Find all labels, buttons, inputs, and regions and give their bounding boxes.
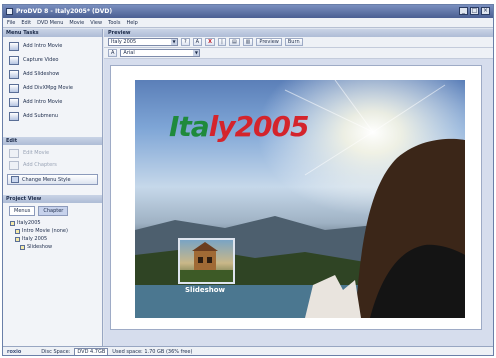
- edit-panel: Edit Movie Add Chapters Change Menu Styl…: [3, 145, 102, 195]
- add-chapters-button[interactable]: Add Chapters: [3, 159, 102, 171]
- preview-header: Preview: [104, 29, 493, 37]
- add-movie-button[interactable]: Add DivXMpg Movie: [3, 81, 102, 95]
- add-intro-movie-button-2[interactable]: Add Intro Movie: [3, 95, 102, 109]
- maximize-button[interactable]: □: [470, 7, 479, 15]
- grid-button[interactable]: ▥: [242, 38, 254, 46]
- preview-toolbar: Italy 2005 ▼ ? A X | ▤ ▥ Preview Burn: [104, 37, 493, 48]
- font-select[interactable]: Arial ▼: [120, 49, 201, 57]
- menu-title-year: 2005: [234, 110, 310, 143]
- change-menu-style-button[interactable]: Change Menu Style: [7, 174, 98, 185]
- disc-type-select[interactable]: DVD 4.7GB: [74, 348, 109, 355]
- menu-title-green: Ita: [169, 110, 210, 143]
- add-intro-movie-button[interactable]: Add Intro Movie: [3, 39, 102, 53]
- font-icon[interactable]: A: [108, 49, 118, 57]
- menu-title-red: ly: [208, 110, 236, 143]
- movie-icon: [9, 97, 19, 107]
- roxio-logo: roxio: [7, 349, 22, 355]
- menu-view[interactable]: View: [90, 20, 102, 26]
- style-icon: [11, 176, 19, 183]
- slideshow-icon: [9, 69, 19, 79]
- menu-select[interactable]: Italy 2005 ▼: [108, 38, 178, 46]
- capture-video-button[interactable]: Capture Video: [3, 53, 102, 67]
- movie-icon: [15, 228, 20, 234]
- burn-button[interactable]: Burn: [284, 38, 303, 46]
- project-tree: Italy2005 Intro Movie (none) Italy 2005 …: [3, 219, 102, 251]
- status-bar: roxio Disc Space: DVD 4.7GB Used space: …: [3, 346, 493, 355]
- delete-button[interactable]: X: [205, 38, 215, 46]
- menu-tools[interactable]: Tools: [108, 20, 120, 26]
- menu-movie[interactable]: Movie: [69, 20, 84, 26]
- movie-icon: [9, 41, 19, 51]
- menu-icon: [15, 236, 20, 242]
- menu-title: Italy2005: [169, 110, 309, 143]
- film-icon: [9, 83, 19, 93]
- disc-space-label: Disc Space:: [41, 349, 71, 355]
- menu-edit[interactable]: Edit: [21, 20, 31, 26]
- chevron-down-icon: ▼: [193, 50, 200, 56]
- menu-dvd-menu[interactable]: DVD Menu: [37, 20, 63, 26]
- disc-usage-text: Used space: 1.70 GB (36% free): [112, 349, 193, 355]
- help-button[interactable]: ?: [181, 38, 190, 46]
- edit-icon: [9, 148, 19, 158]
- project-view-header: Project View: [3, 195, 102, 203]
- slideshow-icon: [20, 244, 25, 250]
- app-window: ProDVD 8 - Italy2005* (DVD) _ □ × File E…: [2, 4, 494, 356]
- menu-file[interactable]: File: [7, 20, 15, 26]
- minimize-button[interactable]: _: [459, 7, 468, 15]
- title-bar: ProDVD 8 - Italy2005* (DVD) _ □ ×: [3, 5, 493, 18]
- preview-pane: Preview Italy 2005 ▼ ? A X | ▤ ▥ Preview …: [104, 29, 493, 346]
- separator: |: [217, 38, 226, 46]
- format-toolbar: A Arial ▼: [104, 48, 493, 59]
- tab-menus[interactable]: Menus: [9, 206, 36, 216]
- project-tabs: Menus Chapter: [3, 203, 102, 219]
- edit-movie-button[interactable]: Edit Movie: [3, 147, 102, 159]
- menu-tasks-header: Menu Tasks: [3, 29, 102, 37]
- tree-node[interactable]: Slideshow: [7, 243, 102, 251]
- menu-background-photo: Italy2005 Slideshow: [135, 80, 465, 318]
- menu-bar: File Edit DVD Menu Movie View Tools Help: [3, 18, 493, 28]
- window-title: ProDVD 8 - Italy2005* (DVD): [16, 8, 113, 15]
- close-button[interactable]: ×: [481, 7, 490, 15]
- menu-canvas: Italy2005 Slideshow: [110, 65, 482, 330]
- camera-icon: [9, 55, 19, 65]
- edit-header: Edit: [3, 137, 102, 145]
- thumbnail-image: [180, 242, 233, 282]
- menu-help[interactable]: Help: [126, 20, 137, 26]
- add-slideshow-button[interactable]: Add Slideshow: [3, 67, 102, 81]
- menu-tasks-panel: Add Intro Movie Capture Video Add Slides…: [3, 37, 102, 137]
- tree-node[interactable]: Italy 2005: [7, 235, 102, 243]
- app-icon: [6, 8, 13, 15]
- chevron-down-icon: ▼: [171, 39, 177, 45]
- layout-button[interactable]: ▤: [228, 38, 240, 46]
- add-submenu-button[interactable]: Add Submenu: [3, 109, 102, 123]
- tab-chapter[interactable]: Chapter: [38, 206, 69, 216]
- disc-icon: [10, 220, 15, 226]
- slideshow-thumbnail-button[interactable]: [178, 238, 235, 284]
- text-button[interactable]: A: [192, 38, 203, 46]
- preview-button[interactable]: Preview: [256, 38, 282, 46]
- submenu-icon: [9, 111, 19, 121]
- left-pane: Menu Tasks Add Intro Movie Capture Video…: [3, 29, 103, 346]
- tree-node[interactable]: Italy2005: [7, 219, 102, 227]
- tree-node[interactable]: Intro Movie (none): [7, 227, 102, 235]
- chapter-icon: [9, 160, 19, 170]
- slideshow-thumbnail-label[interactable]: Slideshow: [185, 286, 225, 294]
